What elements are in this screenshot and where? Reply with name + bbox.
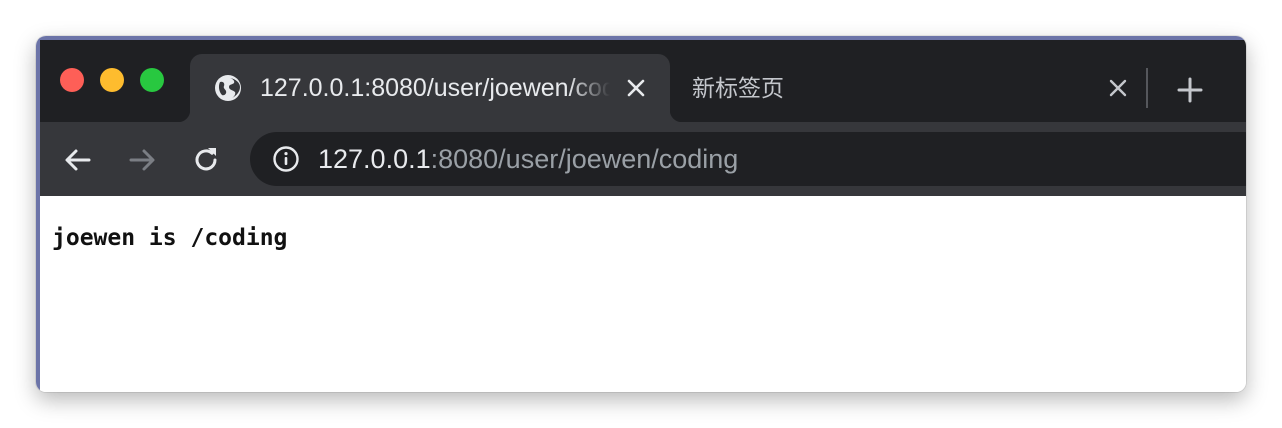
browser-window: 127.0.0.1:8080/user/joewen/coding 新标签页 [36,36,1246,392]
window-zoom-button[interactable] [140,68,164,92]
page-viewport: joewen is /coding [40,196,1246,392]
tab-inactive-title[interactable]: 新标签页 [692,73,784,103]
address-bar[interactable]: 127.0.0.1:8080/user/joewen/coding [250,132,1246,186]
url-path: :8080/user/joewen/coding [430,144,739,174]
tab-title: 127.0.0.1:8080/user/joewen/coding [260,74,610,102]
window-close-button[interactable] [60,68,84,92]
url-text[interactable]: 127.0.0.1:8080/user/joewen/coding [318,142,738,176]
url-host: 127.0.0.1 [318,144,431,174]
arrow-left-icon[interactable] [62,144,94,176]
close-icon[interactable] [624,76,648,100]
globe-icon [215,75,241,101]
tab-strip: 127.0.0.1:8080/user/joewen/coding 新标签页 [40,40,1246,122]
tab-separator [1146,68,1148,108]
arrow-right-icon[interactable] [126,144,158,176]
page-body-text: joewen is /coding [52,225,288,251]
reload-icon[interactable] [190,144,222,176]
info-icon[interactable] [272,145,300,173]
plus-icon[interactable] [1176,76,1204,104]
toolbar: 127.0.0.1:8080/user/joewen/coding [40,122,1246,196]
close-icon[interactable] [1106,76,1130,100]
window-minimize-button[interactable] [100,68,124,92]
tab-active[interactable]: 127.0.0.1:8080/user/joewen/coding [178,54,682,122]
